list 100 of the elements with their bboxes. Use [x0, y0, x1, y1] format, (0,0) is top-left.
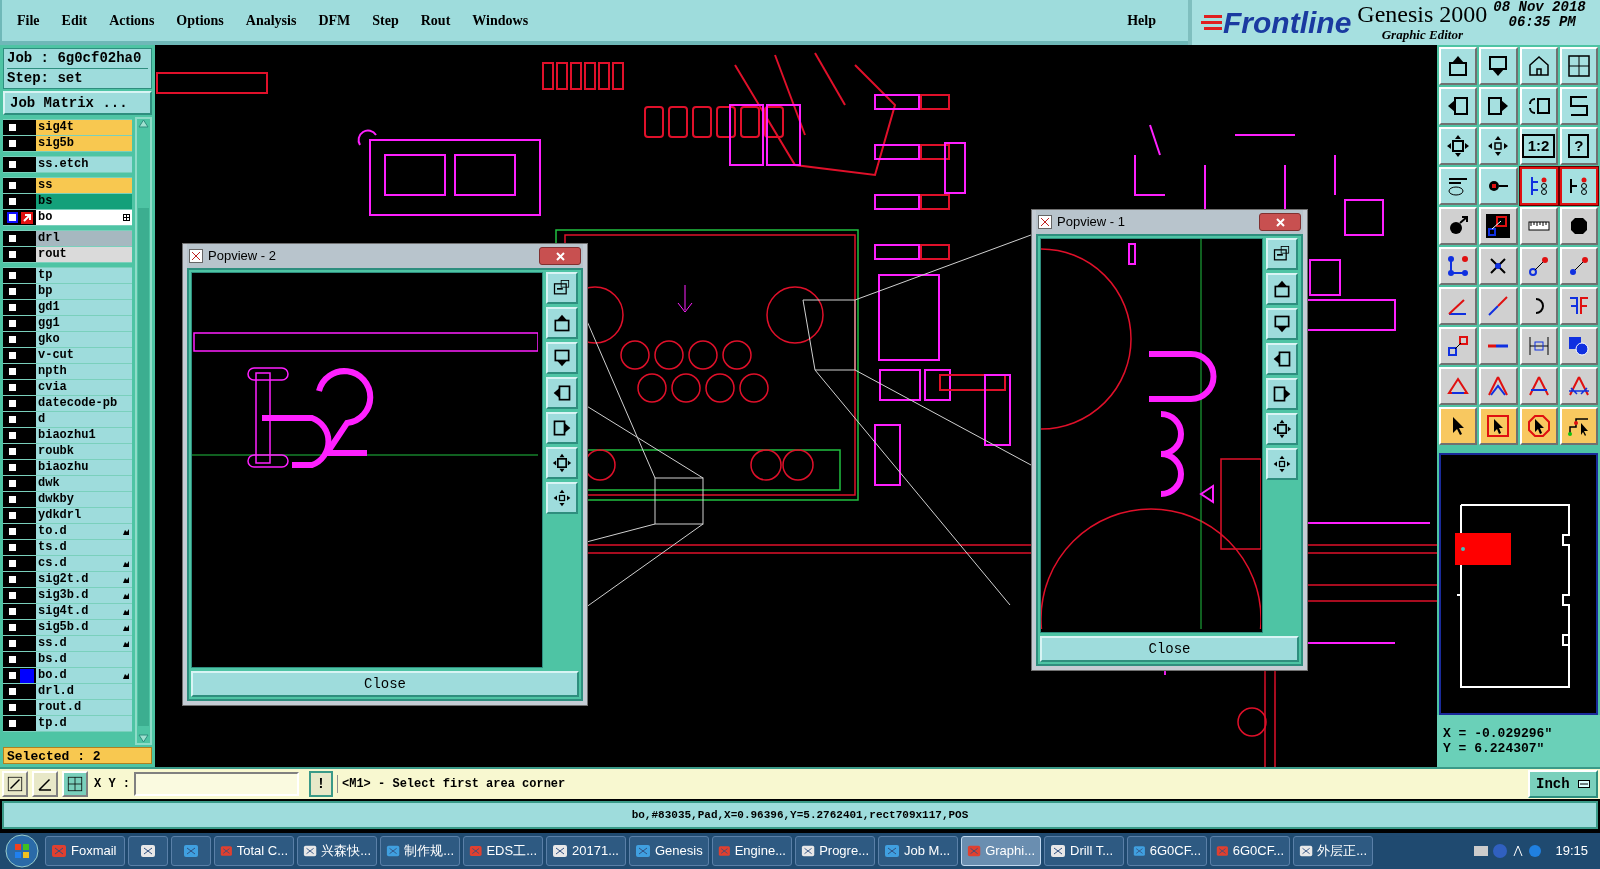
layer-checkbox[interactable] — [7, 398, 18, 409]
menu-item[interactable]: Analysis — [245, 10, 297, 31]
layer-item[interactable]: d — [36, 412, 132, 427]
close-window-button[interactable] — [1259, 213, 1301, 231]
alert-button[interactable]: ! — [309, 771, 333, 797]
menu-item[interactable]: Edit — [61, 10, 88, 31]
layer-checkbox[interactable] — [7, 574, 18, 585]
taskbar-button[interactable]: 20171... — [546, 836, 626, 866]
menu-item[interactable]: Options — [176, 10, 224, 31]
layer-item[interactable]: rout.d — [36, 700, 132, 715]
taskbar-button[interactable]: Foxmail — [45, 836, 125, 866]
layer-checkbox[interactable] — [7, 180, 18, 191]
tool-button[interactable] — [1519, 167, 1558, 205]
layer-item[interactable]: tp.d — [36, 716, 132, 731]
taskbar-button[interactable]: Total C... — [214, 836, 294, 866]
layer-item[interactable]: bo — [36, 210, 132, 225]
layer-checkbox[interactable] — [7, 462, 18, 473]
layer-checkbox[interactable] — [7, 430, 18, 441]
layer-item[interactable]: drl.d — [36, 684, 132, 699]
layer-item[interactable]: ydkdrl — [36, 508, 132, 523]
taskbar-button[interactable]: Genesis — [629, 836, 709, 866]
view-tool-button[interactable] — [1266, 448, 1298, 480]
layer-checkbox[interactable] — [7, 233, 18, 244]
taskbar-button[interactable]: 外层正... — [1293, 836, 1373, 866]
layer-item[interactable]: cs.d — [36, 556, 132, 571]
layer-checkbox[interactable] — [7, 249, 18, 260]
view-tool-button[interactable] — [1266, 308, 1298, 340]
layer-checkbox[interactable] — [7, 366, 18, 377]
layer-checkbox[interactable] — [7, 286, 18, 297]
tool-button[interactable]: ? — [1559, 127, 1598, 165]
layer-item[interactable]: datecode-pb — [36, 396, 132, 411]
layer-checkbox[interactable] — [7, 302, 18, 313]
layer-checkbox[interactable] — [7, 478, 18, 489]
menu-item[interactable]: Actions — [109, 10, 155, 31]
view-tool-button[interactable] — [546, 482, 578, 514]
layer-item[interactable]: cvia — [36, 380, 132, 395]
view-tool-button[interactable] — [546, 272, 578, 304]
menu-item[interactable]: Step — [372, 10, 399, 31]
layer-checkbox[interactable] — [7, 334, 18, 345]
taskbar-button[interactable] — [171, 836, 211, 866]
taskbar-button[interactable]: 6G0CF... — [1210, 836, 1290, 866]
layer-item[interactable]: gd1 — [36, 300, 132, 315]
view-tool-button[interactable] — [546, 412, 578, 444]
view-tool-button[interactable] — [1266, 378, 1298, 410]
menu-item[interactable]: Rout — [420, 10, 451, 31]
layer-checkbox[interactable] — [7, 382, 18, 393]
view-tool-button[interactable] — [1266, 413, 1298, 445]
layer-item[interactable]: sig4t — [36, 120, 132, 135]
taskbar-button[interactable]: 6G0CF... — [1127, 836, 1207, 866]
view-tool-button[interactable] — [1266, 273, 1298, 305]
layer-checkbox[interactable] — [7, 718, 18, 729]
layer-item[interactable]: to.d — [36, 524, 132, 539]
layer-checkbox[interactable] — [7, 138, 18, 149]
layer-checkbox[interactable] — [7, 446, 18, 457]
layer-item[interactable]: bp — [36, 284, 132, 299]
layer-checkbox[interactable] — [7, 159, 18, 170]
tool-button[interactable] — [1559, 167, 1598, 205]
layer-item[interactable]: bo.d — [36, 668, 132, 683]
taskbar-button[interactable]: 兴森快... — [297, 836, 377, 866]
layer-checkbox[interactable] — [7, 526, 18, 537]
view-tool-button[interactable] — [1266, 343, 1298, 375]
layer-checkbox[interactable] — [7, 318, 18, 329]
layer-checkbox[interactable] — [7, 702, 18, 713]
layer-item[interactable]: ss.d — [36, 636, 132, 651]
tool-button[interactable]: 1:2 — [1519, 127, 1558, 165]
view-tool-button[interactable] — [546, 377, 578, 409]
menu-item[interactable]: DFM — [318, 10, 351, 31]
start-button[interactable] — [2, 834, 42, 868]
layer-item[interactable]: gg1 — [36, 316, 132, 331]
taskbar-button[interactable]: Progre... — [795, 836, 875, 866]
layer-item[interactable]: sig5b — [36, 136, 132, 151]
layer-item[interactable]: dwk — [36, 476, 132, 491]
taskbar-button[interactable]: Job M... — [878, 836, 958, 866]
layer-checkbox[interactable] — [7, 212, 18, 223]
taskbar-button[interactable]: Drill T... — [1044, 836, 1124, 866]
layer-scrollbar[interactable] — [135, 117, 152, 745]
layer-item[interactable]: sig2t.d — [36, 572, 132, 587]
taskbar-button[interactable]: EDS工... — [463, 836, 543, 866]
help-menu[interactable]: Help — [1127, 10, 1156, 31]
view-tool-button[interactable] — [546, 342, 578, 374]
menu-item[interactable]: Windows — [472, 10, 529, 31]
layer-item[interactable]: biaozhu — [36, 460, 132, 475]
layer-item[interactable]: ss — [36, 178, 132, 193]
xy-input-field[interactable] — [134, 772, 299, 796]
layer-checkbox[interactable] — [7, 122, 18, 133]
layer-checkbox[interactable] — [7, 638, 18, 649]
layer-item[interactable]: ts.d — [36, 540, 132, 555]
layer-item[interactable]: tp — [36, 268, 132, 283]
layer-checkbox[interactable] — [7, 590, 18, 601]
layer-checkbox[interactable] — [7, 510, 18, 521]
view-tool-button[interactable] — [546, 447, 578, 479]
close-window-button[interactable] — [539, 247, 581, 265]
layer-checkbox[interactable] — [7, 414, 18, 425]
close-button[interactable]: Close — [1040, 636, 1299, 662]
layer-item[interactable]: sig4t.d — [36, 604, 132, 619]
layer-item[interactable]: v-cut — [36, 348, 132, 363]
layer-checkbox[interactable] — [7, 686, 18, 697]
layer-item[interactable]: rout — [36, 247, 132, 262]
layer-checkbox[interactable] — [7, 558, 18, 569]
layer-checkbox[interactable] — [7, 542, 18, 553]
